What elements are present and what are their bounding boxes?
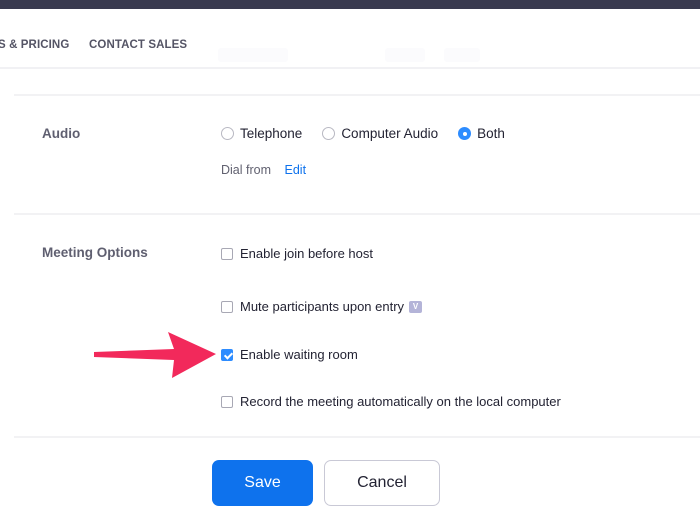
audio-option-both[interactable]: Both <box>458 126 505 141</box>
checkbox-label: Record the meeting automatically on the … <box>240 394 561 409</box>
audio-section-label: Audio <box>42 126 81 141</box>
faded-setting-text <box>218 48 288 62</box>
checkbox-label: Enable waiting room <box>240 347 358 362</box>
faded-setting-option <box>444 48 480 62</box>
radio-computer-audio[interactable] <box>322 127 336 140</box>
dial-from-row: Dial from Edit <box>221 163 306 177</box>
checkbox-label: Mute participants upon entry <box>240 299 405 314</box>
section-divider <box>14 94 700 96</box>
checkbox-mute-upon-entry[interactable] <box>221 300 233 313</box>
site-header: S & PRICING CONTACT SALES <box>0 9 700 69</box>
checkbox-auto-record-local[interactable] <box>221 395 233 408</box>
annotation-arrow-icon <box>94 332 216 378</box>
nav-plans-pricing[interactable]: S & PRICING <box>0 39 69 51</box>
save-button[interactable]: Save <box>212 460 313 506</box>
nav-contact-sales[interactable]: CONTACT SALES <box>89 39 187 51</box>
audio-option-computer-audio[interactable]: Computer Audio <box>322 126 438 141</box>
dial-from-edit-link[interactable]: Edit <box>285 163 307 177</box>
arrow-shape <box>94 332 216 378</box>
cancel-button[interactable]: Cancel <box>324 460 440 506</box>
checkbox-waiting-room[interactable] <box>221 348 233 361</box>
radio-label: Both <box>477 126 505 141</box>
option-join-before-host[interactable]: Enable join before host <box>221 246 373 261</box>
dial-from-label: Dial from <box>221 163 272 177</box>
checkbox-join-before-host[interactable] <box>221 247 233 260</box>
radio-label: Telephone <box>240 126 303 141</box>
top-bar <box>0 0 700 9</box>
section-divider <box>14 436 700 438</box>
version-badge-icon: V <box>409 300 423 313</box>
option-waiting-room[interactable]: Enable waiting room <box>221 347 358 362</box>
radio-telephone[interactable] <box>221 127 234 140</box>
radio-label: Computer Audio <box>341 126 439 141</box>
option-mute-upon-entry[interactable]: Mute participants upon entry V <box>221 299 423 314</box>
radio-both[interactable] <box>458 127 472 140</box>
option-auto-record-local[interactable]: Record the meeting automatically on the … <box>221 394 561 409</box>
checkbox-label: Enable join before host <box>240 246 373 261</box>
audio-radio-group: Telephone Computer Audio Both <box>221 126 525 141</box>
meeting-options-section-label: Meeting Options <box>42 245 148 260</box>
faded-setting-option <box>385 48 425 62</box>
audio-option-telephone[interactable]: Telephone <box>221 126 302 141</box>
section-divider <box>14 213 700 215</box>
